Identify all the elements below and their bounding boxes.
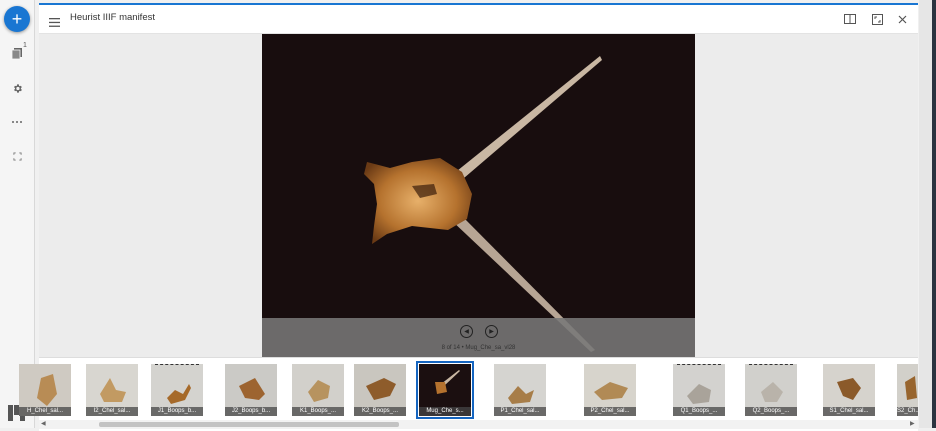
thumbnail[interactable]: J1_Boops_b... — [151, 364, 203, 416]
thumbnail-label: I2_Chel_sal... — [86, 407, 138, 416]
scale-ruler — [155, 364, 199, 368]
gear-icon — [13, 83, 22, 93]
thumbnail[interactable]: P2_Chel_sal... — [584, 364, 636, 416]
thumbnail[interactable]: J2_Boops_b... — [225, 364, 277, 416]
canvas-caption: 8 of 14 • Mug_Che_sa_vl28 — [441, 345, 516, 351]
scale-ruler — [749, 364, 793, 368]
thumbnail-label: J1_Boops_b... — [151, 407, 203, 416]
thumbnail[interactable]: S2_Ch... — [897, 364, 918, 416]
thumbnail-label: S1_Chel_sal... — [823, 407, 875, 416]
windows-icon — [11, 48, 22, 59]
settings-button[interactable] — [7, 78, 27, 98]
more-horizontal-icon — [12, 121, 22, 123]
thumbnail[interactable]: S1_Chel_sal... — [823, 364, 875, 416]
thumbnail-label: Q2_Boops_... — [745, 407, 797, 416]
thumbnail-selected[interactable]: Mug_Che_s... — [416, 361, 474, 419]
thumbnail-label: K1_Boops_... — [292, 407, 344, 416]
previous-icon: ◀ — [464, 329, 469, 335]
thumbnail-label: P2_Chel_sal... — [584, 407, 636, 416]
fish-bone-specimen — [364, 56, 602, 352]
thumbnail-strip: H_Chel_sal... I2_Chel_sal... J1_Boops_b.… — [19, 357, 918, 431]
window-menu-button[interactable] — [49, 14, 60, 27]
next-canvas-button[interactable]: ▶ — [485, 325, 498, 338]
thumbnail[interactable]: K2_Boops_... — [354, 364, 406, 416]
add-resource-button[interactable]: + — [4, 6, 30, 32]
thumbnail[interactable]: P1_Chel_sal... — [494, 364, 546, 416]
fullscreen-button[interactable] — [7, 146, 27, 166]
thumbnail-label: S2_Ch... — [897, 407, 918, 416]
window-topbar: Heurist IIIF manifest — [39, 5, 918, 34]
specimen-image[interactable] — [262, 34, 695, 357]
navigation-overlay: ◀ ▶ 8 of 14 • Mug_Che_sa_vl28 — [262, 318, 695, 357]
add-label: + — [11, 9, 23, 29]
previous-canvas-button[interactable]: ◀ — [460, 325, 473, 338]
hamburger-menu-icon — [49, 18, 60, 27]
thumbnail[interactable]: Q1_Boops_... — [673, 364, 725, 416]
window-edge — [932, 0, 936, 428]
thumbnail-label: Q1_Boops_... — [673, 407, 725, 416]
scrollbar-thumb[interactable] — [99, 422, 399, 427]
thumbnail[interactable]: H_Chel_sal... — [19, 364, 71, 416]
thumbnail-label: H_Chel_sal... — [19, 407, 71, 416]
image-canvas[interactable]: ◀ ▶ 8 of 14 • Mug_Che_sa_vl28 — [39, 34, 918, 357]
thumbnail[interactable]: K1_Boops_... — [292, 364, 344, 416]
thumbnail-label: P1_Chel_sal... — [494, 407, 546, 416]
book-view-button[interactable] — [843, 12, 857, 26]
close-icon — [898, 15, 906, 23]
thumbnail-label: J2_Boops_b... — [225, 407, 277, 416]
window-count-badge: 1 — [23, 42, 27, 49]
fullscreen-icon — [12, 151, 22, 161]
maximize-window-button[interactable] — [870, 12, 884, 26]
window-title: Heurist IIIF manifest — [70, 12, 155, 23]
next-icon: ▶ — [489, 329, 494, 335]
thumbnail[interactable]: Q2_Boops_... — [745, 364, 797, 416]
scale-ruler — [677, 364, 721, 368]
viewer-window: Heurist IIIF manifest ◀ ▶ 8 of 14 • Mug_… — [19, 3, 918, 431]
thumbnail-label: Mug_Che_s... — [419, 407, 471, 416]
book-view-icon — [844, 14, 856, 24]
more-options-button[interactable] — [7, 112, 27, 132]
maximize-icon — [871, 13, 883, 25]
close-window-button[interactable] — [895, 12, 909, 26]
thumbnail-label: K2_Boops_... — [354, 407, 406, 416]
thumbnail[interactable]: I2_Chel_sal... — [86, 364, 138, 416]
